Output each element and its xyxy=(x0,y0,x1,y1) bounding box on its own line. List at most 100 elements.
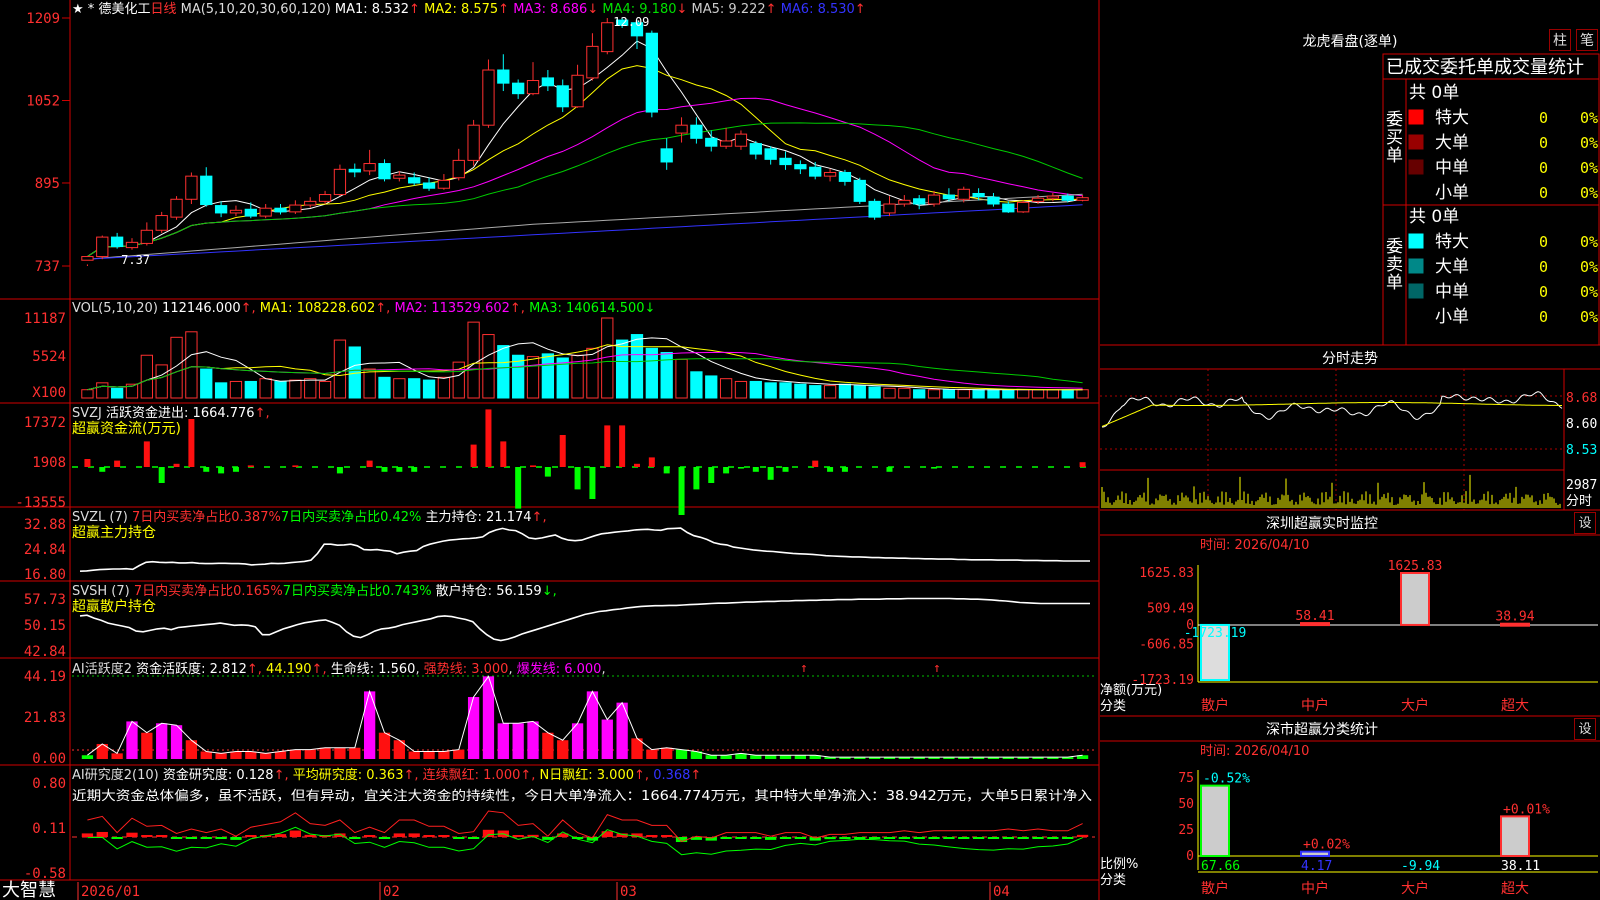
candle xyxy=(853,179,866,202)
research-bar xyxy=(750,837,762,839)
research-bar xyxy=(898,837,910,839)
research-bar xyxy=(126,832,138,837)
activity-bar xyxy=(557,740,569,759)
activity-bar xyxy=(661,747,673,759)
candle xyxy=(898,199,911,205)
volume-bar xyxy=(526,356,540,399)
svzj-bar xyxy=(886,467,893,472)
svzl-header: SVZL (7) 7日内买卖净占比0.387%7日内买卖净占比0.42% 主力持… xyxy=(72,509,547,525)
svzj-bar xyxy=(366,460,373,467)
volume-bar xyxy=(497,345,510,399)
candle xyxy=(675,124,688,134)
buy-side-label: 委 xyxy=(1386,110,1403,130)
buy-side-label: 买 xyxy=(1386,128,1403,148)
research-bar xyxy=(185,837,198,839)
activity-bar xyxy=(765,755,777,759)
ma-line-4 xyxy=(87,122,1083,257)
volume-bar xyxy=(1046,389,1060,399)
svzj-bar xyxy=(559,435,566,467)
candle xyxy=(601,22,614,53)
sell-row-count: 0 xyxy=(1539,308,1548,326)
volume-bar xyxy=(541,353,555,399)
buy-row-count: 0 xyxy=(1539,184,1548,202)
price-axis-label: 895 xyxy=(35,176,60,192)
activity-bar xyxy=(156,723,168,759)
research-bar xyxy=(230,837,242,840)
research-bar xyxy=(111,837,123,839)
candle xyxy=(779,157,792,166)
research-bar xyxy=(661,835,673,837)
candle xyxy=(660,148,673,163)
price-axis-label: 737 xyxy=(35,259,60,275)
sell-row-name: 大单 xyxy=(1435,257,1469,277)
ai-comment-text: 近期大资金总体偏多，虽不活跃，但有异动，宜关注大资金的持续性，今日大单净流入：1… xyxy=(72,788,1092,804)
sell-row-swatch xyxy=(1408,233,1424,249)
sz-monitor-settings-button[interactable]: 设 xyxy=(1574,512,1596,534)
activity-bar xyxy=(720,755,732,759)
volume-bar xyxy=(81,389,94,399)
ai-activity-axis-label: 44.19 xyxy=(24,669,66,685)
buy-row-pct: 0% xyxy=(1580,109,1598,127)
volume-bar xyxy=(645,347,658,399)
svzj-bar xyxy=(336,467,343,474)
bar-mode-button[interactable]: 柱 xyxy=(1549,29,1571,51)
svzj-bar xyxy=(247,465,254,467)
candle xyxy=(170,198,183,218)
candle xyxy=(452,159,465,179)
svzj-bar xyxy=(737,467,744,469)
activity-bar xyxy=(349,747,361,759)
activity-bar xyxy=(81,755,94,759)
sell-row-count: 0 xyxy=(1539,233,1548,251)
sell-side-label: 单 xyxy=(1386,273,1403,293)
activity-bar xyxy=(170,725,183,759)
svzj-bar xyxy=(767,467,774,480)
activity-bar xyxy=(111,753,123,759)
volume-bar xyxy=(155,364,168,399)
volume-bar xyxy=(779,382,792,399)
volume-bar xyxy=(110,387,124,399)
svzj-bar xyxy=(500,441,507,467)
fenshi-unit-label: 分时 xyxy=(1566,494,1592,509)
svzj-bar xyxy=(173,463,180,467)
candle xyxy=(868,200,881,218)
svzl-axis-label: 32.88 xyxy=(24,517,66,533)
tick-mode-button[interactable]: 笔 xyxy=(1576,29,1598,51)
volume-bar xyxy=(259,378,272,399)
candle xyxy=(274,207,287,213)
activity-bar xyxy=(467,697,480,759)
activity-bar xyxy=(527,721,539,759)
activity-bar xyxy=(705,755,717,759)
chart-canvas[interactable]: 1209 1052 895 737 12.09 7.37 ★ * 德美化工日线 MA(5,1… xyxy=(0,0,1600,900)
stats-title: 已成交委托单成交量统计 xyxy=(1386,57,1584,78)
sell-row-pct: 0% xyxy=(1580,308,1598,326)
brand-label: 大智慧 xyxy=(2,880,56,900)
research-bar xyxy=(141,835,153,837)
research-bar xyxy=(646,835,658,837)
sz-bar-label: 1625.83 xyxy=(1388,559,1443,574)
activity-bar xyxy=(215,753,227,759)
sell-row-pct: 0% xyxy=(1580,258,1598,276)
activity-bar xyxy=(750,755,762,759)
research-bar xyxy=(735,837,747,839)
activity-bar xyxy=(423,751,435,759)
volume-bar xyxy=(1031,389,1045,399)
research-bar xyxy=(601,831,613,837)
candle xyxy=(645,32,658,113)
volume-bar xyxy=(675,358,688,399)
research-bar xyxy=(765,837,777,840)
cls-time: 时间: 2026/04/10 xyxy=(1200,744,1309,759)
sz-bar xyxy=(1400,572,1430,626)
cls-value-label: -9.94 xyxy=(1401,859,1440,874)
candle xyxy=(927,194,941,205)
cls-title: 深市超赢分类统计 xyxy=(1266,721,1378,738)
svzj-bar xyxy=(604,425,611,467)
volume-bar xyxy=(898,387,911,399)
research-line-green xyxy=(87,826,1083,856)
fenshi-price-line xyxy=(1101,391,1563,428)
svzj-bar xyxy=(99,467,106,472)
candle xyxy=(1061,195,1074,201)
research-bar xyxy=(378,837,391,839)
svzj-bar xyxy=(841,467,848,472)
sz-class-settings-button[interactable]: 设 xyxy=(1574,718,1596,740)
activity-bar xyxy=(438,751,450,759)
